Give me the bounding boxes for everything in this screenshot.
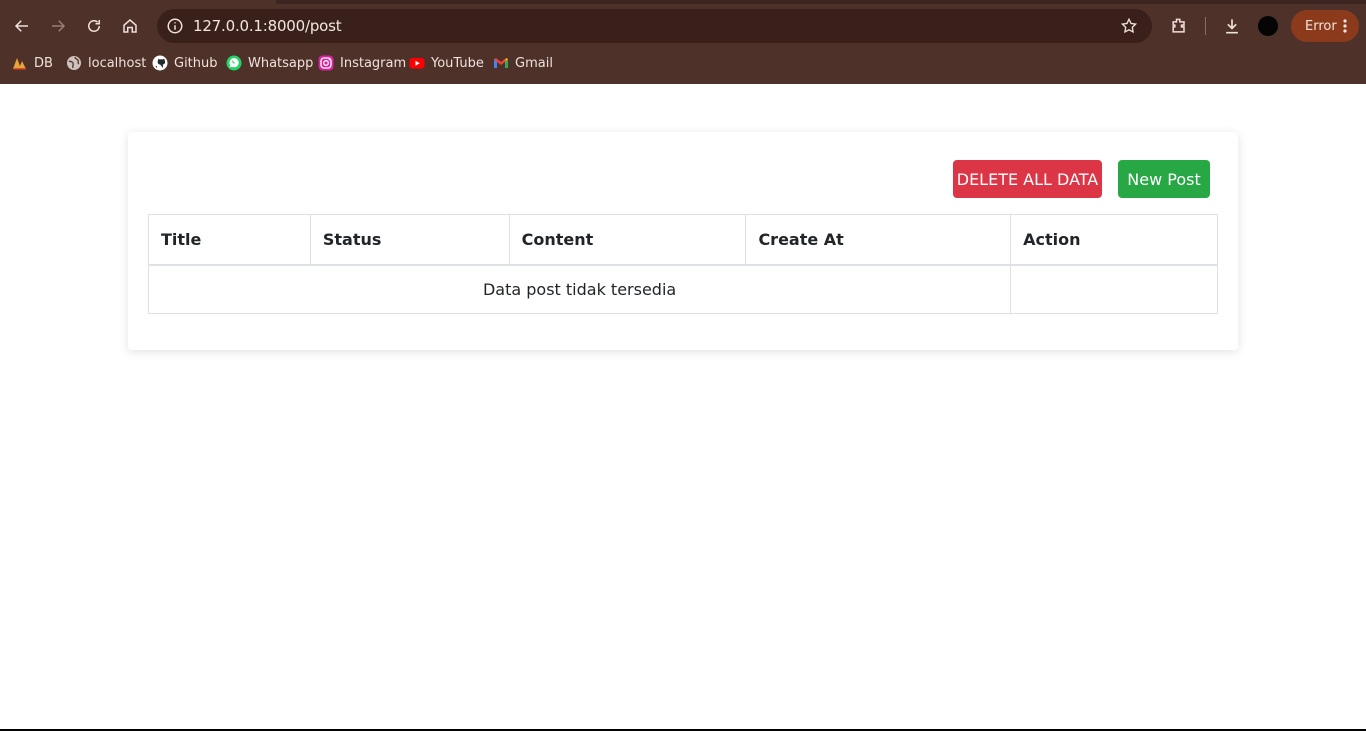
header-title: Title <box>148 214 311 266</box>
bookmark-youtube[interactable]: YouTube <box>409 51 484 75</box>
profile-avatar[interactable] <box>1258 16 1278 36</box>
bookmark-label: Gmail <box>515 55 553 71</box>
home-icon <box>123 19 137 33</box>
bookmark-label: Github <box>174 55 218 71</box>
bookmark-gmail[interactable]: Gmail <box>493 51 553 75</box>
post-card: DELETE ALL DATA New Post Title Status Co… <box>128 132 1238 350</box>
bookmark-label: YouTube <box>431 55 484 71</box>
bookmark-localhost[interactable]: localhost <box>66 51 146 75</box>
instagram-icon <box>318 55 334 71</box>
active-tab[interactable] <box>0 0 276 4</box>
forward-button[interactable] <box>43 11 73 41</box>
empty-action-cell <box>1010 264 1218 314</box>
download-icon[interactable] <box>1219 13 1245 39</box>
header-content: Content <box>508 214 747 266</box>
whatsapp-icon <box>226 55 242 71</box>
error-label: Error <box>1305 18 1337 34</box>
table-header-row: Title Status Content Create At Action <box>148 214 1218 266</box>
db-icon <box>12 55 28 71</box>
bookmark-db[interactable]: DB <box>12 51 53 75</box>
error-chip[interactable]: Error <box>1291 10 1359 42</box>
new-post-button[interactable]: New Post <box>1118 160 1210 198</box>
address-bar[interactable]: 127.0.0.1:8000/post <box>157 9 1152 43</box>
bookmark-github[interactable]: Github <box>152 51 218 75</box>
header-action: Action <box>1010 214 1218 266</box>
header-status: Status <box>309 214 510 266</box>
header-create-at: Create At <box>745 214 1012 266</box>
bookmark-label: DB <box>34 55 53 71</box>
bookmark-star-icon[interactable] <box>1118 15 1140 37</box>
reload-icon <box>88 20 100 32</box>
bookmark-label: localhost <box>88 55 147 71</box>
bookmarks-bar: DB localhost Github Whatsapp Instagram Y… <box>0 51 1366 75</box>
tab-strip <box>0 0 1366 4</box>
back-button[interactable] <box>7 11 37 41</box>
bookmark-label: Instagram <box>340 55 407 71</box>
bookmark-label: Whatsapp <box>248 55 314 71</box>
url-text: 127.0.0.1:8000/post <box>193 17 342 35</box>
reload-button[interactable] <box>79 11 109 41</box>
back-arrow-icon <box>14 20 28 32</box>
globe-icon <box>66 55 82 71</box>
more-menu-icon <box>1343 19 1347 33</box>
github-icon <box>152 55 168 71</box>
delete-all-button[interactable]: DELETE ALL DATA <box>953 160 1102 198</box>
site-info-icon[interactable] <box>163 14 187 38</box>
table-row: Data post tidak tersedia <box>147 264 1218 314</box>
bookmark-instagram[interactable]: Instagram <box>318 51 406 75</box>
bookmark-whatsapp[interactable]: Whatsapp <box>226 51 313 75</box>
home-button[interactable] <box>115 11 145 41</box>
toolbar-divider <box>1205 17 1206 35</box>
gmail-icon <box>493 55 509 71</box>
forward-arrow-icon <box>52 20 66 32</box>
empty-message: Data post tidak tersedia <box>147 264 1012 314</box>
posts-table: Title Status Content Create At Action Da… <box>147 214 1218 314</box>
youtube-icon <box>409 55 425 71</box>
browser-chrome: 127.0.0.1:8000/post Error DB localhost G… <box>0 0 1366 84</box>
extensions-icon[interactable] <box>1166 13 1192 39</box>
